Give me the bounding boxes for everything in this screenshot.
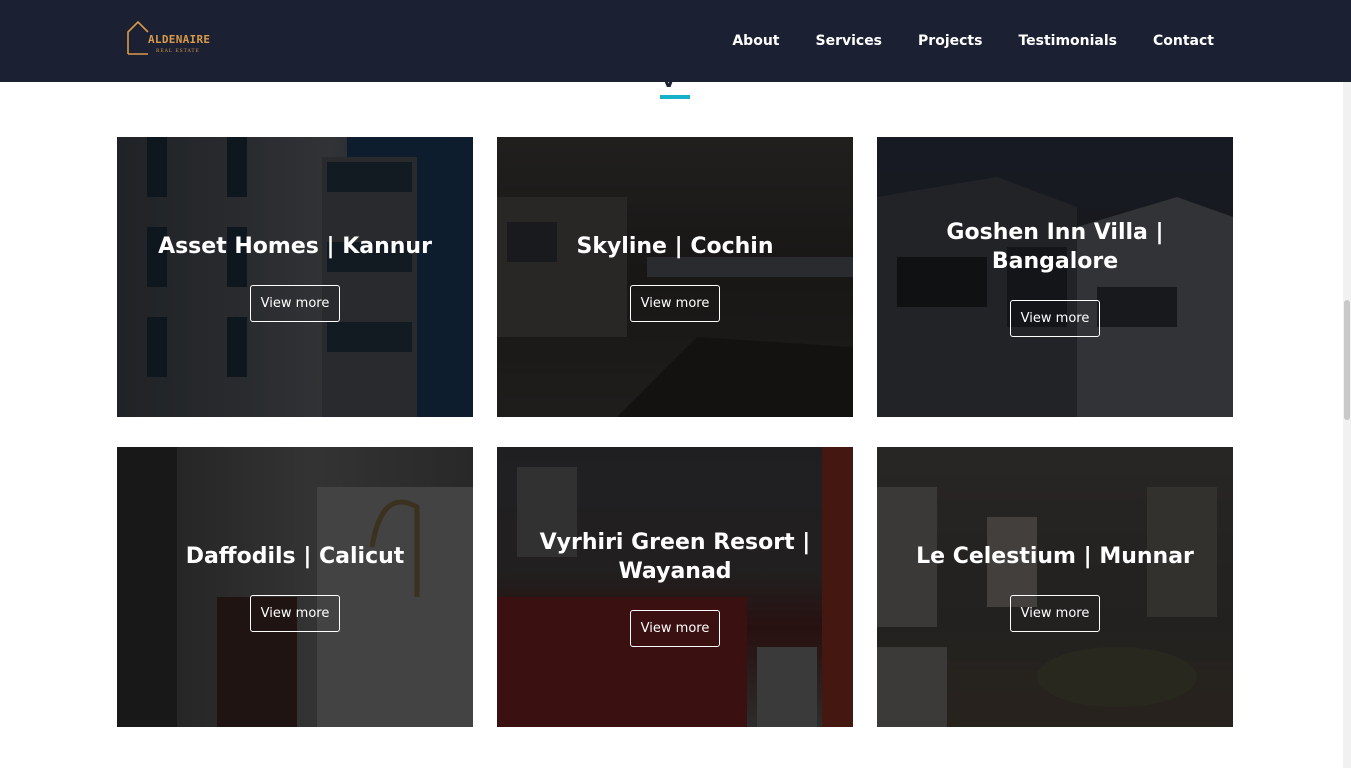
project-card[interactable]: Asset Homes | Kannur View more — [117, 137, 473, 417]
view-more-button[interactable]: View more — [630, 609, 720, 647]
site-header: ALDENAIRE REAL ESTATE About Services Pro… — [0, 0, 1351, 82]
project-card[interactable]: Goshen Inn Villa | Bangalore View more — [877, 137, 1233, 417]
project-card[interactable]: Vyrhiri Green Resort | Wayanad View more — [497, 447, 853, 727]
view-more-button[interactable]: View more — [630, 285, 720, 322]
logo-wordmark: ALDENAIRE — [148, 33, 211, 46]
logo-subtext: REAL ESTATE — [156, 49, 200, 54]
project-title: Le Celestium | Munnar — [916, 544, 1194, 569]
project-title: Goshen Inn Villa | Bangalore — [946, 219, 1164, 274]
view-more-button[interactable]: View more — [1010, 595, 1100, 632]
project-title: Vyrhiri Green Resort | Wayanad — [539, 529, 811, 584]
scrollbar-thumb[interactable] — [1344, 300, 1350, 420]
nav-link-testimonials[interactable]: Testimonials — [1018, 30, 1117, 52]
nav-link-projects[interactable]: Projects — [918, 30, 982, 52]
view-more-button[interactable]: View more — [250, 595, 340, 632]
project-title: Daffodils | Calicut — [185, 544, 405, 569]
main-nav: About Services Projects Testimonials Con… — [696, 30, 1214, 52]
project-title: Asset Homes | Kannur — [158, 234, 432, 259]
section-accent-underline — [660, 95, 690, 99]
project-card[interactable]: Le Celestium | Munnar View more — [877, 447, 1233, 727]
section-heading-clipped: y — [662, 82, 674, 87]
project-card[interactable]: Skyline | Cochin View more — [497, 137, 853, 417]
project-title: Skyline | Cochin — [576, 234, 774, 259]
view-more-button[interactable]: View more — [1010, 299, 1100, 337]
project-card[interactable]: Daffodils | Calicut View more — [117, 447, 473, 727]
nav-link-contact[interactable]: Contact — [1153, 30, 1214, 52]
scrollbar[interactable] — [1343, 0, 1351, 768]
nav-link-about[interactable]: About — [732, 30, 779, 52]
nav-link-services[interactable]: Services — [815, 30, 882, 52]
view-more-button[interactable]: View more — [250, 285, 340, 322]
brand-logo[interactable]: ALDENAIRE REAL ESTATE — [126, 19, 216, 59]
